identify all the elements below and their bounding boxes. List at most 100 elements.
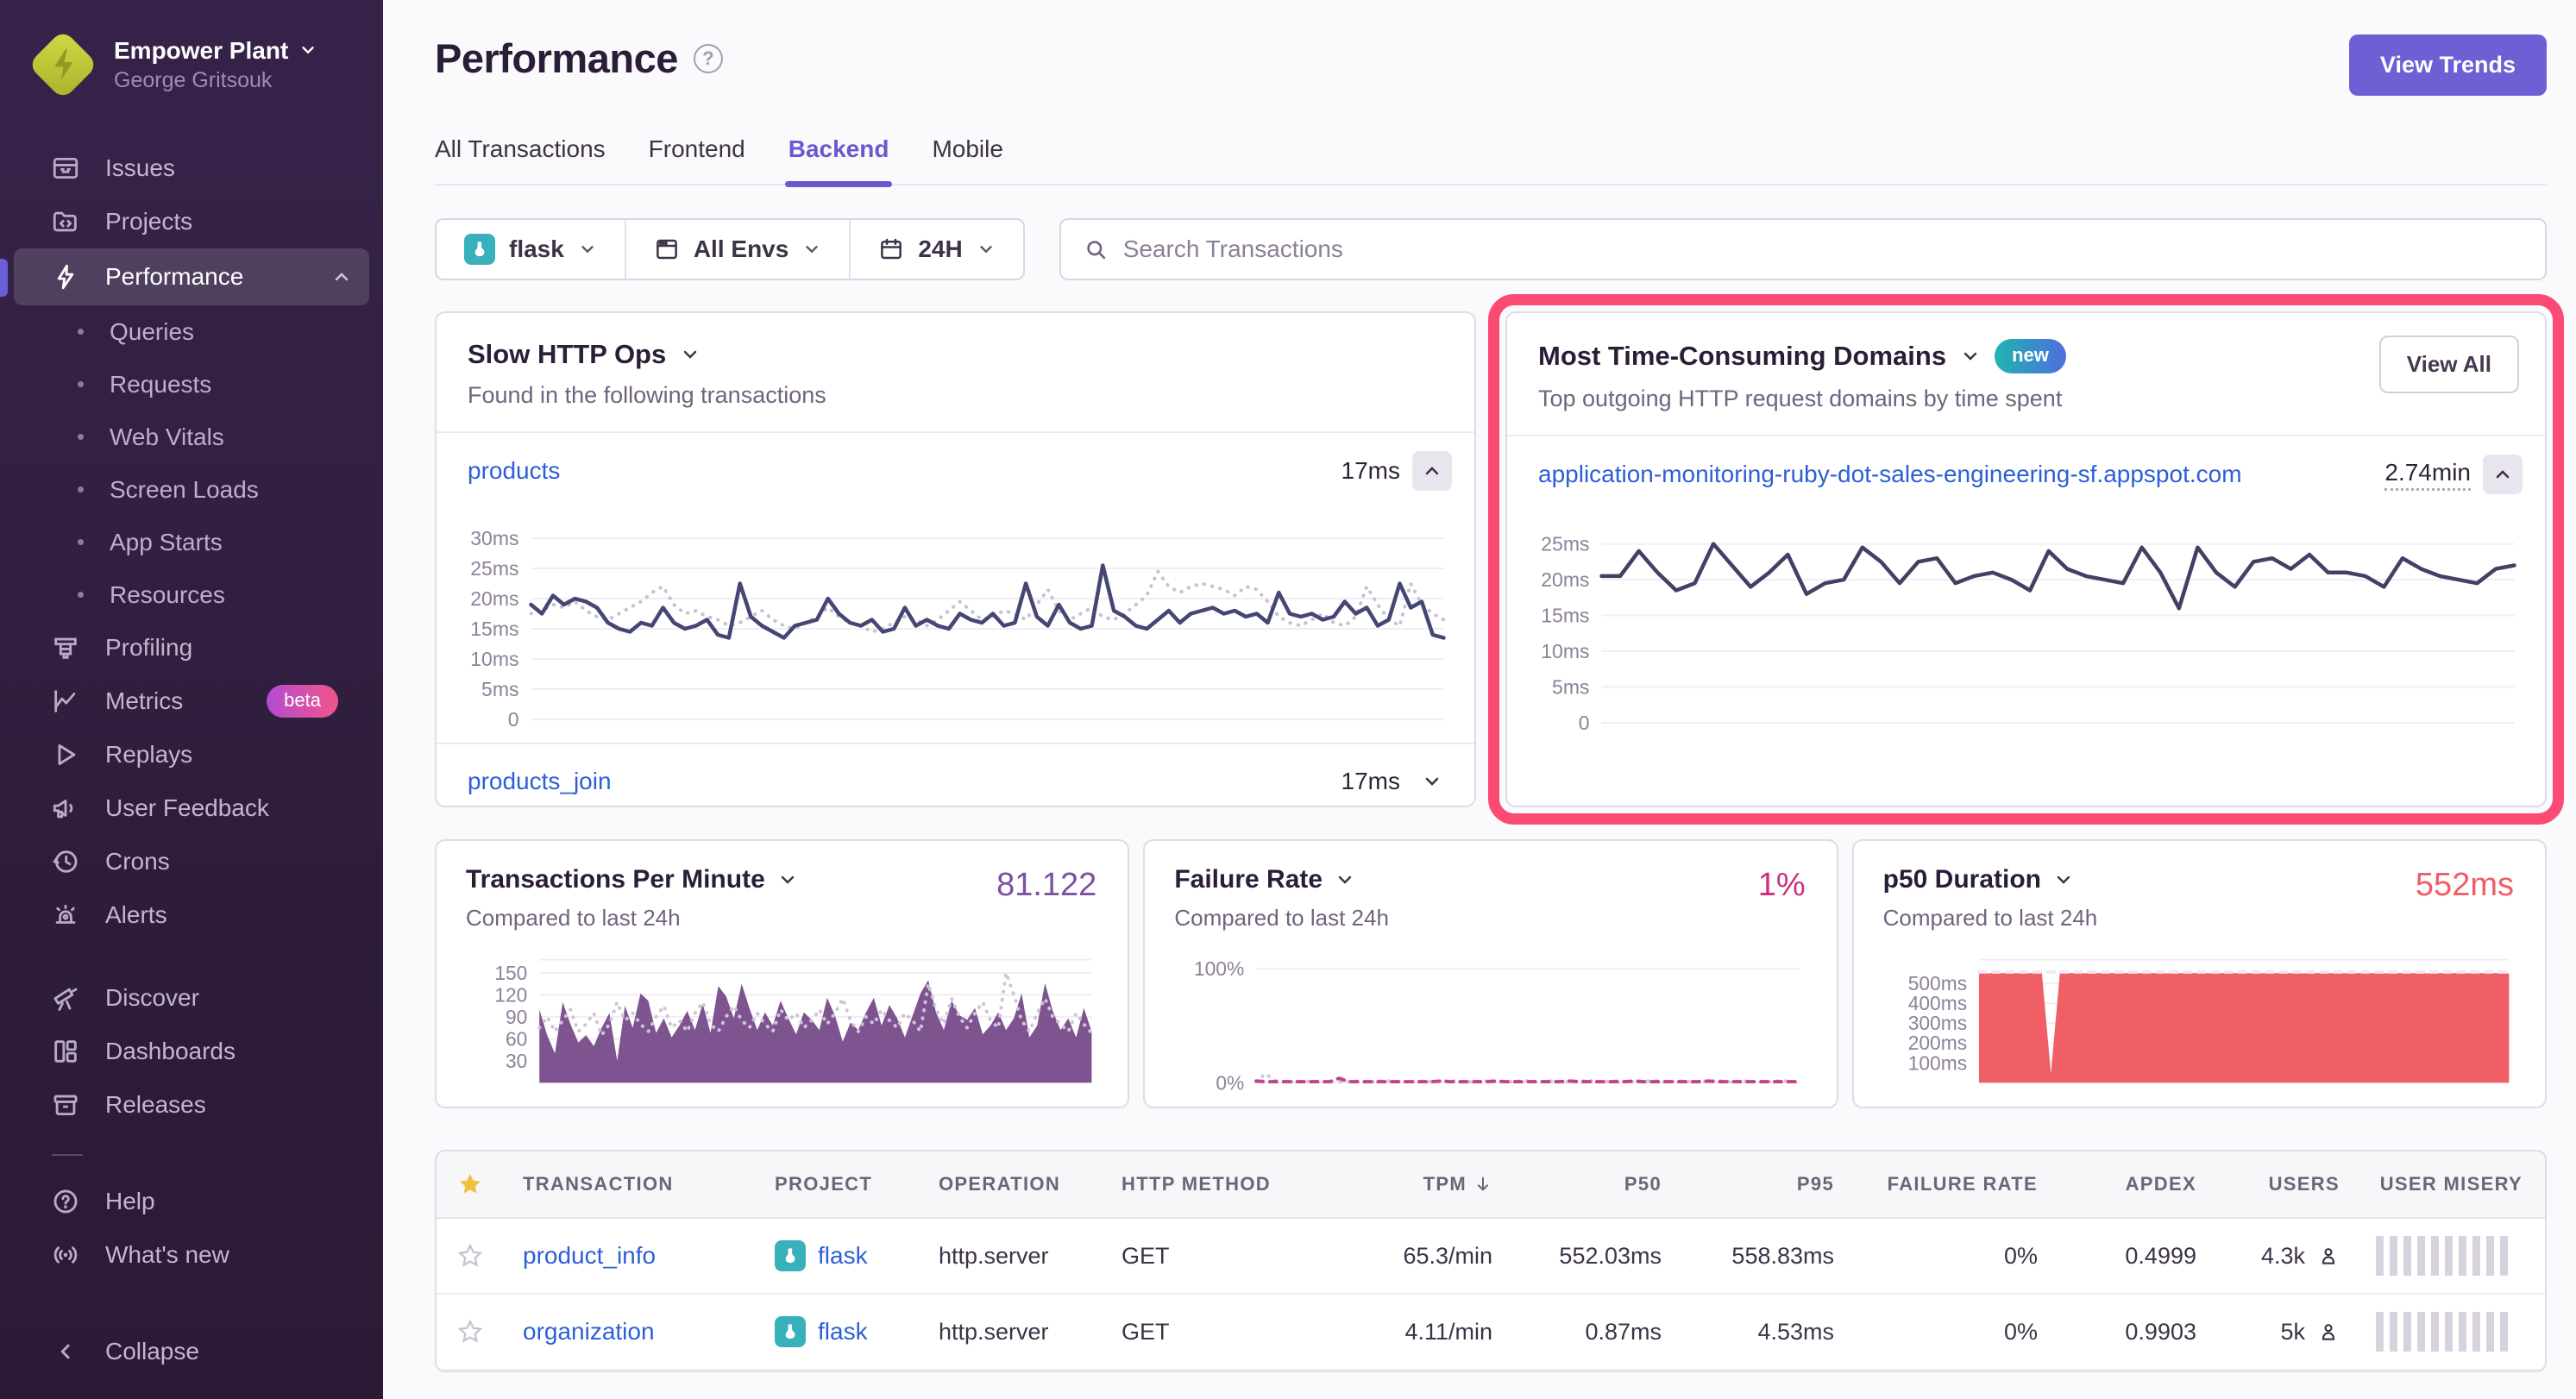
sidebar-item-metrics[interactable]: Metrics beta <box>0 674 383 728</box>
chevron-up-icon <box>331 267 352 287</box>
star-icon[interactable] <box>457 1319 523 1345</box>
col-users[interactable]: USERS <box>2196 1173 2340 1195</box>
environment-filter[interactable]: All Envs <box>625 220 849 279</box>
domain-row: application-monitoring-ruby-dot-sales-en… <box>1507 436 2545 512</box>
col-failure-rate[interactable]: FAILURE RATE <box>1834 1173 2038 1195</box>
transaction-link[interactable]: organization <box>523 1318 655 1346</box>
transaction-link[interactable]: product_info <box>523 1242 656 1270</box>
tab-all-transactions[interactable]: All Transactions <box>435 135 606 184</box>
date-range-filter[interactable]: 24H <box>849 220 1022 279</box>
chevron-down-icon[interactable] <box>680 344 701 365</box>
sidebar-item-dashboards[interactable]: Dashboards <box>0 1025 383 1078</box>
operation-cell: http.server <box>939 1319 1122 1346</box>
domain-link[interactable]: application-monitoring-ruby-dot-sales-en… <box>1538 461 2242 488</box>
col-transaction[interactable]: TRANSACTION <box>523 1173 775 1195</box>
col-tpm[interactable]: TPM <box>1335 1173 1492 1195</box>
sidebar-item-help[interactable]: Help <box>0 1175 383 1228</box>
chevron-down-icon[interactable] <box>1960 346 1981 367</box>
time-spent-value[interactable]: 2.74min <box>2384 459 2471 491</box>
sidebar-item-label: Releases <box>105 1091 206 1119</box>
project-link[interactable]: flask <box>818 1318 868 1346</box>
sidebar-item-releases[interactable]: Releases <box>0 1078 383 1132</box>
user-icon <box>2317 1321 2340 1343</box>
tab-backend[interactable]: Backend <box>789 135 889 184</box>
sidebar-item-whats-new[interactable]: What's new <box>0 1228 383 1282</box>
metric-title[interactable]: Transactions Per Minute <box>466 865 765 894</box>
performance-tabs: All Transactions Frontend Backend Mobile <box>435 135 2547 185</box>
help-question-icon[interactable]: ? <box>694 44 723 73</box>
tab-mobile[interactable]: Mobile <box>932 135 1002 184</box>
sidebar-item-requests[interactable]: Requests <box>0 358 383 411</box>
new-badge: new <box>1995 339 2066 373</box>
col-p50[interactable]: P50 <box>1492 1173 1662 1195</box>
user-misery-cell <box>2340 1236 2523 1276</box>
collapse-row-button[interactable] <box>1412 451 1452 491</box>
svg-text:30: 30 <box>506 1050 527 1072</box>
star-header-icon[interactable] <box>457 1171 523 1197</box>
sidebar-item-user-feedback[interactable]: User Feedback <box>0 781 383 835</box>
sidebar-item-queries[interactable]: Queries <box>0 305 383 358</box>
metric-title[interactable]: Failure Rate <box>1174 865 1323 894</box>
metric-value: 552ms <box>2416 867 2514 904</box>
metric-title[interactable]: p50 Duration <box>1883 865 2041 894</box>
p50-duration-chart[interactable]: 500ms400ms300ms200ms100ms <box>1883 952 2516 1090</box>
failure-rate-chart[interactable]: 100%0% <box>1174 952 1806 1090</box>
table-header-row: TRANSACTION PROJECT OPERATION HTTP METHO… <box>437 1151 2545 1219</box>
sidebar-nav: Issues Projects Performance Queries Requ… <box>0 141 383 1378</box>
domains-chart[interactable]: 25ms20ms15ms10ms5ms0 <box>1507 523 2526 730</box>
user-misery-cell <box>2340 1312 2523 1352</box>
dashboards-icon <box>50 1037 81 1066</box>
view-trends-button[interactable]: View Trends <box>2349 35 2547 96</box>
user-icon <box>2317 1245 2340 1267</box>
misery-score-bar <box>2376 1312 2514 1352</box>
svg-text:90: 90 <box>506 1006 527 1028</box>
expand-row-button[interactable] <box>1412 762 1452 801</box>
metric-value: 81.122 <box>996 867 1096 904</box>
col-apdex[interactable]: APDEX <box>2038 1173 2196 1195</box>
sidebar-item-issues[interactable]: Issues <box>0 141 383 195</box>
col-p95[interactable]: P95 <box>1662 1173 1834 1195</box>
project-filter[interactable]: flask <box>437 220 625 279</box>
sidebar-item-discover[interactable]: Discover <box>0 971 383 1025</box>
svg-text:25ms: 25ms <box>470 557 518 580</box>
beta-badge: beta <box>267 685 338 718</box>
sidebar-item-alerts[interactable]: Alerts <box>0 888 383 942</box>
sidebar-item-screen-loads[interactable]: Screen Loads <box>0 463 383 516</box>
flask-project-icon <box>464 234 495 265</box>
sidebar-item-crons[interactable]: Crons <box>0 835 383 888</box>
help-icon <box>50 1187 81 1216</box>
col-user-misery[interactable]: USER MISERY <box>2340 1173 2523 1195</box>
sidebar-item-projects[interactable]: Projects <box>0 195 383 248</box>
transaction-link[interactable]: products_join <box>468 768 612 795</box>
tpm-chart[interactable]: 150120906030 <box>466 952 1098 1090</box>
sidebar-item-replays[interactable]: Replays <box>0 728 383 781</box>
chevron-down-icon[interactable] <box>1335 869 1355 890</box>
main-content: Performance ? View Trends All Transactio… <box>383 0 2576 1399</box>
sidebar-collapse-button[interactable]: Collapse <box>0 1325 383 1378</box>
releases-icon <box>50 1090 81 1120</box>
org-switcher[interactable]: Empower Plant George Gritsouk <box>0 26 383 104</box>
search-input[interactable] <box>1123 235 2523 263</box>
tpm-card: Transactions Per Minute 81.122 Compared … <box>435 839 1129 1108</box>
tab-frontend[interactable]: Frontend <box>649 135 745 184</box>
col-http-method[interactable]: HTTP METHOD <box>1122 1173 1335 1195</box>
star-icon[interactable] <box>457 1243 523 1269</box>
view-all-button[interactable]: View All <box>2379 336 2519 393</box>
sidebar-item-profiling[interactable]: Profiling <box>0 621 383 674</box>
project-link[interactable]: flask <box>818 1242 868 1270</box>
collapse-row-button[interactable] <box>2483 455 2523 494</box>
col-project[interactable]: PROJECT <box>775 1173 939 1195</box>
sidebar-item-web-vitals[interactable]: Web Vitals <box>0 411 383 463</box>
sidebar-item-resources[interactable]: Resources <box>0 568 383 621</box>
transaction-link[interactable]: products <box>468 457 560 485</box>
sidebar-item-app-starts[interactable]: App Starts <box>0 516 383 568</box>
chevron-down-icon[interactable] <box>2053 869 2074 890</box>
svg-text:0: 0 <box>1579 712 1590 730</box>
sidebar-item-performance[interactable]: Performance <box>14 248 369 305</box>
slow-http-chart[interactable]: 30ms25ms20ms15ms10ms5ms0 <box>437 519 1455 726</box>
widget-title[interactable]: Most Time-Consuming Domains <box>1538 341 1946 372</box>
chevron-down-icon[interactable] <box>777 869 798 890</box>
svg-text:15ms: 15ms <box>1541 605 1589 627</box>
col-operation[interactable]: OPERATION <box>939 1173 1122 1195</box>
widget-title[interactable]: Slow HTTP Ops <box>468 339 666 370</box>
